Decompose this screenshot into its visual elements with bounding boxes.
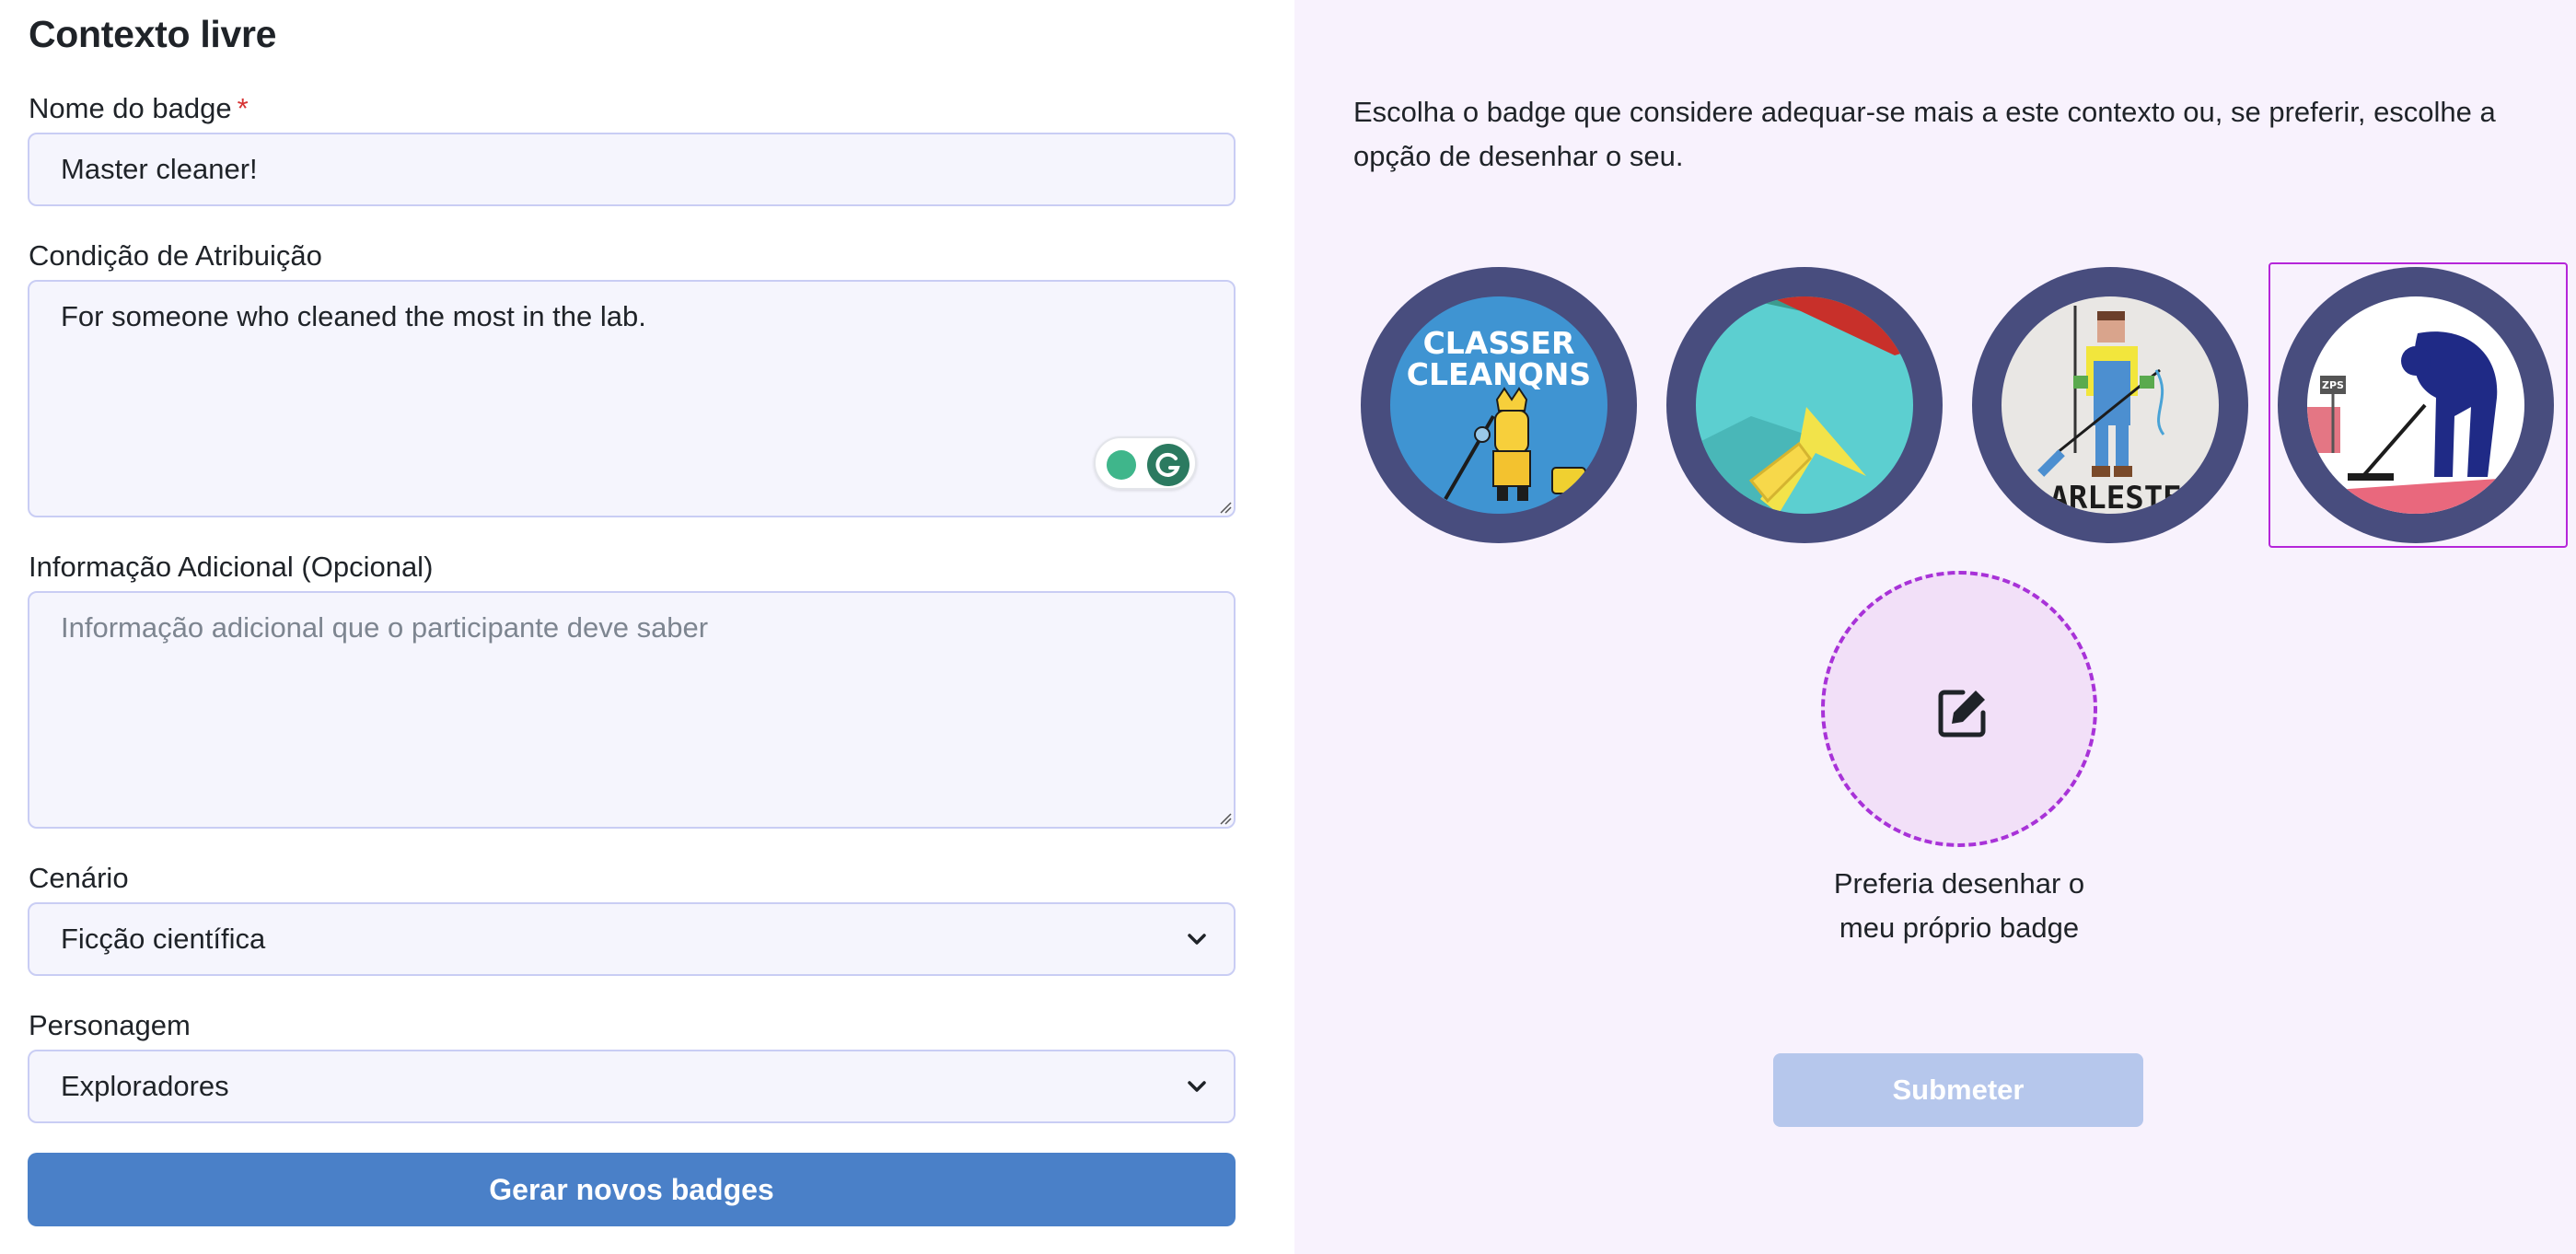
condition-value: For someone who cleaned the most in the … bbox=[61, 300, 646, 332]
required-asterisk: * bbox=[237, 92, 249, 124]
grammarly-logo-icon[interactable] bbox=[1147, 444, 1189, 486]
character-selected-value: Exploradores bbox=[61, 1070, 229, 1102]
chooser-intro-text: Escolha o badge que considere adequar-se… bbox=[1353, 96, 2496, 172]
badge-name-label-text: Nome do badge bbox=[29, 92, 232, 124]
badge-3-text: ARLESTE bbox=[2049, 480, 2181, 514]
edit-icon bbox=[1938, 690, 1986, 737]
scenario-select[interactable]: Ficção científica bbox=[28, 902, 1236, 976]
additional-info-textarea[interactable]: Informação adicional que o participante … bbox=[28, 591, 1236, 829]
selected-badge-outline bbox=[2269, 262, 2568, 548]
draw-own-badge-label: Preferia desenhar o meu próprio badge bbox=[1833, 867, 2085, 944]
draw-own-badge-option[interactable] bbox=[1821, 571, 2097, 847]
badge-image-2 bbox=[1696, 296, 1913, 514]
character-select[interactable]: Exploradores bbox=[28, 1050, 1236, 1123]
badge-option-3[interactable]: ARLESTE bbox=[1972, 267, 2248, 543]
submit-button[interactable]: Submeter bbox=[1773, 1053, 2143, 1127]
condition-label: Condição de Atribuição bbox=[29, 239, 322, 272]
badge-image-1: CLASSER CLEANQNS bbox=[1390, 296, 1607, 514]
scenario-label: Cenário bbox=[29, 862, 129, 894]
badge-form-panel: Contexto livre Nome do badge * Master cle… bbox=[0, 0, 1294, 1254]
character-label: Personagem bbox=[29, 1009, 191, 1041]
badge-name-value: Master cleaner! bbox=[61, 153, 258, 185]
generate-badges-button[interactable]: Gerar novos badges bbox=[28, 1153, 1236, 1226]
badge-1-text-line-2: CLEANQNS bbox=[1407, 356, 1591, 392]
grammarly-widget[interactable] bbox=[1094, 436, 1197, 490]
chevron-down-icon bbox=[1188, 1081, 1206, 1092]
form-title: Contexto livre bbox=[29, 13, 277, 55]
badge-name-label: Nome do badge * bbox=[29, 92, 249, 125]
badge-image-3: ARLESTE bbox=[2002, 296, 2219, 514]
additional-info-placeholder: Informação adicional que o participante … bbox=[61, 611, 709, 644]
badge-chooser-panel: Escolha o badge que considere adequar-se… bbox=[1294, 0, 2576, 1254]
badge-option-1[interactable]: CLASSER CLEANQNS bbox=[1361, 267, 1637, 543]
grammarly-suggestion-icon[interactable] bbox=[1107, 450, 1136, 480]
chevron-down-icon bbox=[1188, 934, 1206, 945]
condition-textarea[interactable]: For someone who cleaned the most in the … bbox=[28, 280, 1236, 517]
badge-option-2[interactable] bbox=[1666, 267, 1943, 543]
resize-handle-icon[interactable] bbox=[1219, 501, 1232, 514]
badge-name-input[interactable]: Master cleaner! bbox=[28, 133, 1236, 206]
additional-info-label: Informação Adicional (Opcional) bbox=[29, 551, 434, 583]
resize-handle-icon[interactable] bbox=[1219, 812, 1232, 825]
scenario-selected-value: Ficção científica bbox=[61, 923, 266, 955]
